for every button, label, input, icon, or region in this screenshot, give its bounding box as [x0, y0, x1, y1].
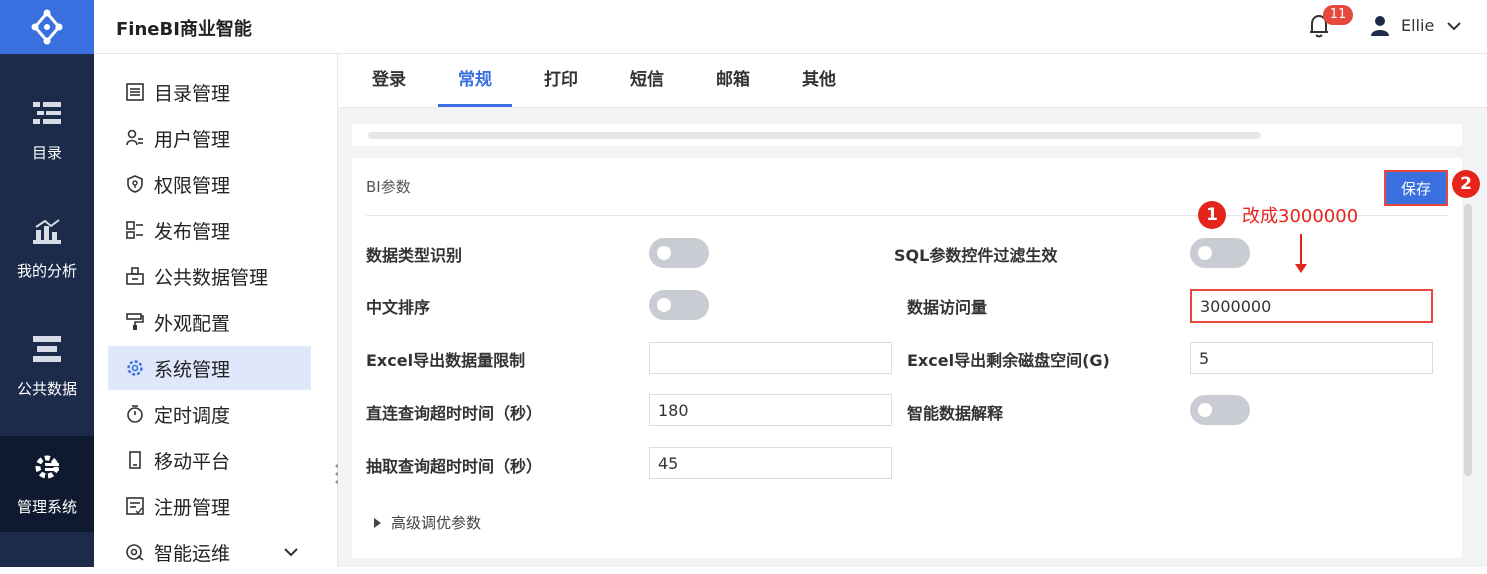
- rail-item-my-analysis[interactable]: 我的分析: [0, 190, 94, 306]
- submenu-item-label: 系统管理: [154, 358, 231, 381]
- active-tab-indicator: [438, 104, 512, 107]
- extract-query-timeout-label: 抽取查询超时时间（秒）: [366, 457, 543, 476]
- annotation-note: 改成3000000: [1242, 206, 1359, 227]
- advanced-params-label: 高级调优参数: [391, 514, 482, 532]
- catalog-icon: [32, 98, 62, 128]
- vertical-scrollbar[interactable]: [1464, 204, 1472, 476]
- sql-param-filter-label: SQL参数控件过滤生效: [894, 246, 1058, 265]
- tab-sms[interactable]: 短信: [610, 54, 684, 108]
- excel-export-limit-input[interactable]: [649, 342, 892, 374]
- tab-print[interactable]: 打印: [524, 54, 598, 108]
- settings-tabs: 登录 常规 打印 短信 邮箱 其他: [338, 54, 1487, 108]
- smart-data-explain-toggle[interactable]: [1190, 395, 1250, 425]
- submenu-item-label: 外观配置: [154, 312, 231, 335]
- tab-other[interactable]: 其他: [782, 54, 856, 108]
- submenu-item-schedule[interactable]: 定时调度: [108, 392, 311, 436]
- paint-roller-icon: [126, 313, 144, 331]
- data-manage-icon: [126, 267, 144, 285]
- content-area: 登录 常规 打印 短信 邮箱 其他 BI参数 保存 数据类型识别 中文排序 Ex…: [338, 54, 1487, 567]
- submenu-item-label: 权限管理: [154, 174, 231, 197]
- rail-item-manage-system[interactable]: 管理系统: [0, 436, 94, 532]
- rail-item-catalog[interactable]: 目录: [0, 72, 94, 188]
- excel-disk-space-input[interactable]: [1190, 342, 1433, 374]
- user-name[interactable]: Ellie: [1401, 16, 1434, 35]
- user-icon: [1371, 16, 1389, 36]
- save-button[interactable]: 保存: [1384, 170, 1448, 206]
- chevron-down-icon[interactable]: [1446, 18, 1462, 34]
- rail-item-public-data[interactable]: 公共数据: [0, 308, 94, 424]
- submenu-item-label: 注册管理: [154, 496, 231, 519]
- data-type-detect-toggle[interactable]: [649, 238, 709, 268]
- data-type-detect-label: 数据类型识别: [366, 246, 463, 265]
- rail-item-label: 目录: [31, 143, 62, 162]
- analysis-chart-icon: [32, 216, 62, 246]
- submenu-item-label: 目录管理: [154, 82, 231, 105]
- submenu-item-user-manage[interactable]: 用户管理: [108, 116, 311, 160]
- secondary-menu: 目录管理 用户管理 权限管理 发布管理 公共数据管理 外观配置 系统管理 定时调…: [94, 54, 338, 567]
- panel-title: BI参数: [366, 178, 411, 196]
- smart-data-explain-label: 智能数据解释: [907, 404, 1004, 423]
- rail-item-label: 我的分析: [16, 261, 77, 280]
- publish-icon: [126, 221, 144, 239]
- chinese-sort-label: 中文排序: [366, 298, 431, 317]
- submenu-item-appearance[interactable]: 外观配置: [108, 300, 311, 344]
- collapsed-section: [352, 124, 1462, 146]
- list-icon: [126, 83, 144, 101]
- data-access-volume-label: 数据访问量: [907, 298, 988, 317]
- submenu-item-label: 定时调度: [154, 404, 231, 427]
- data-access-volume-input[interactable]: [1190, 289, 1433, 323]
- submenu-item-publish-manage[interactable]: 发布管理: [108, 208, 311, 252]
- manage-system-icon: [32, 452, 62, 482]
- register-icon: [126, 497, 144, 515]
- submenu-item-public-data-manage[interactable]: 公共数据管理: [108, 254, 311, 298]
- submenu-item-permission-manage[interactable]: 权限管理: [108, 162, 311, 206]
- mobile-icon: [126, 451, 144, 469]
- submenu-item-register[interactable]: 注册管理: [108, 484, 311, 528]
- submenu-item-label: 用户管理: [154, 128, 231, 151]
- tab-email[interactable]: 邮箱: [696, 54, 770, 108]
- logo-icon: [31, 9, 63, 45]
- extract-query-timeout-input[interactable]: [649, 447, 892, 479]
- submenu-item-label: 发布管理: [154, 220, 231, 243]
- horizontal-scrollbar[interactable]: [368, 132, 1261, 139]
- annotation-arrow: [1295, 234, 1307, 273]
- direct-query-timeout-input[interactable]: [649, 394, 892, 426]
- notification-badge: 11: [1323, 5, 1353, 25]
- submenu-item-catalog-manage[interactable]: 目录管理: [108, 70, 311, 114]
- ops-icon: [126, 543, 144, 561]
- rail-item-label: 管理系统: [16, 497, 77, 516]
- sql-param-filter-toggle[interactable]: [1190, 238, 1250, 268]
- user-list-icon: [126, 129, 144, 147]
- chinese-sort-toggle[interactable]: [649, 290, 709, 320]
- submenu-item-label: 移动平台: [154, 450, 231, 473]
- tab-login[interactable]: 登录: [352, 54, 426, 108]
- rail-item-label: 公共数据: [16, 379, 77, 398]
- annotation-marker-2: 2: [1452, 170, 1480, 198]
- excel-disk-space-label: Excel导出剩余磁盘空间(G): [907, 351, 1110, 370]
- submenu-item-label: 智能运维: [154, 542, 231, 565]
- submenu-item-system-manage[interactable]: 系统管理: [108, 346, 311, 390]
- app-title: FineBI商业智能: [116, 19, 252, 40]
- top-header: FineBI商业智能 11 Ellie: [94, 0, 1487, 54]
- app-logo[interactable]: [0, 0, 94, 54]
- stopwatch-icon: [126, 405, 144, 423]
- caret-right-icon: [374, 517, 381, 528]
- gear-icon: [126, 359, 144, 377]
- public-data-icon: [32, 334, 62, 364]
- advanced-params-toggle[interactable]: 高级调优参数: [374, 512, 481, 533]
- submenu-item-label: 公共数据管理: [154, 266, 269, 289]
- annotation-marker-1: 1: [1198, 201, 1226, 229]
- left-rail: 目录 我的分析 公共数据 管理系统: [0, 0, 94, 567]
- submenu-item-mobile[interactable]: 移动平台: [108, 438, 311, 482]
- tab-general[interactable]: 常规: [438, 54, 512, 108]
- submenu-item-smart-ops[interactable]: 智能运维: [108, 530, 311, 574]
- shield-icon: [126, 175, 144, 193]
- direct-query-timeout-label: 直连查询超时时间（秒）: [366, 404, 543, 423]
- chevron-down-icon[interactable]: [283, 544, 299, 560]
- excel-export-limit-label: Excel导出数据量限制: [366, 351, 526, 370]
